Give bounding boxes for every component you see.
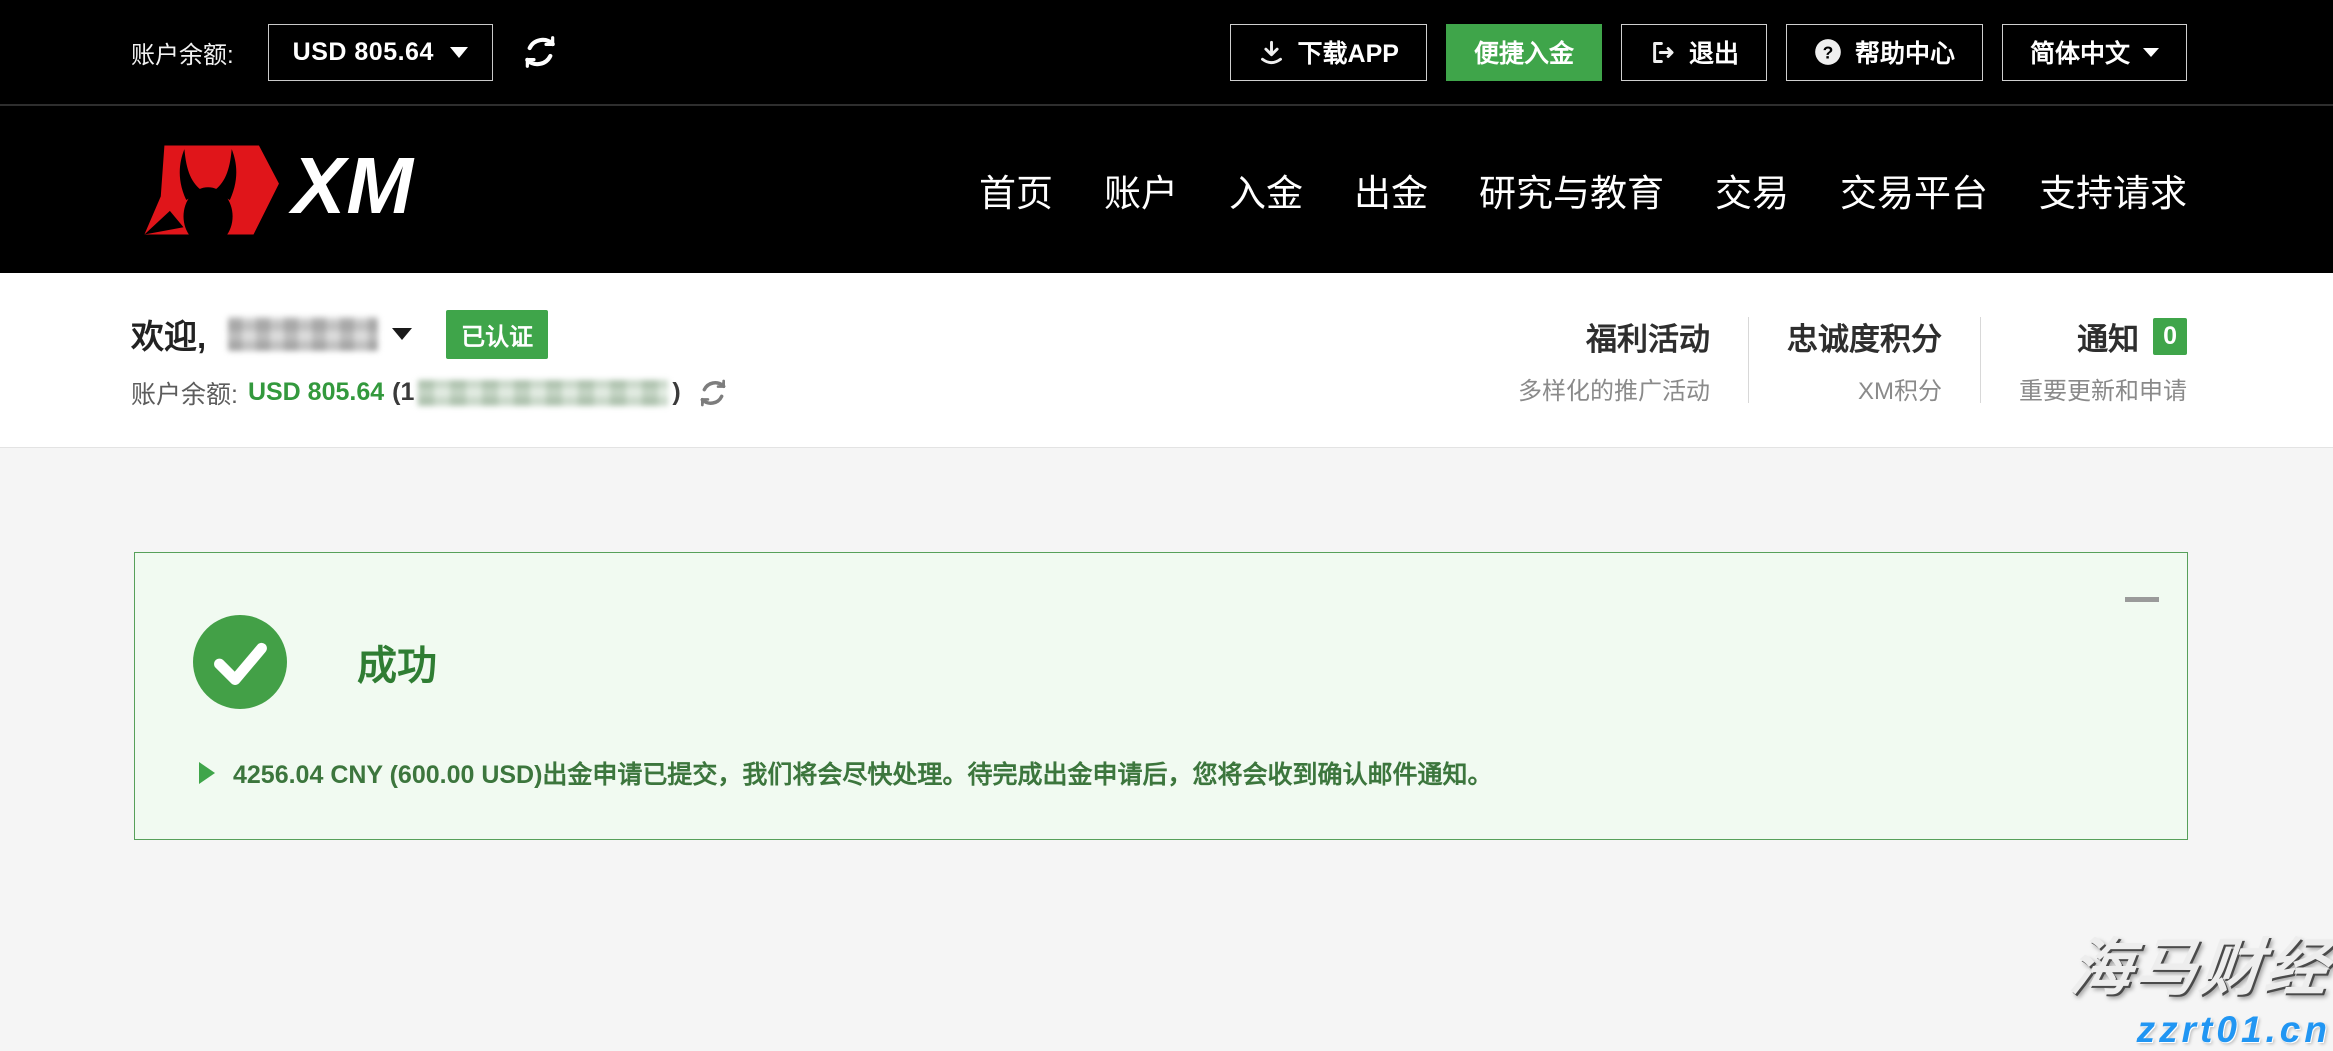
success-check-icon: [193, 615, 287, 709]
refresh-balance-button[interactable]: [521, 33, 559, 71]
loyalty-subtitle: XM积分: [1787, 371, 1942, 406]
language-label: 简体中文: [2030, 34, 2130, 70]
nav-item-support[interactable]: 支持请求: [2039, 163, 2187, 217]
top-bar: 账户余额: USD 805.64 下载APP 便捷入金: [0, 0, 2333, 104]
nav-item-trading[interactable]: 交易: [1715, 163, 1789, 217]
refresh-balance-button-2[interactable]: [697, 377, 729, 409]
welcome-info: 欢迎, 已认证 账户余额: USD 805.64 (1 ): [131, 310, 729, 411]
logout-button[interactable]: 退出: [1621, 24, 1767, 81]
balance-dropdown-value: USD 805.64: [293, 38, 434, 67]
help-center-button[interactable]: ? 帮助中心: [1786, 24, 1983, 81]
language-selector[interactable]: 简体中文: [2002, 24, 2187, 81]
refresh-icon: [697, 377, 729, 409]
xm-logo-text: XM: [292, 146, 414, 226]
balance-value: USD 805.64: [248, 378, 384, 407]
account-switch-caret-icon[interactable]: [392, 328, 412, 340]
svg-text:?: ?: [1823, 42, 1834, 62]
xm-logo[interactable]: XM: [131, 140, 414, 240]
notifications-title: 通知: [2077, 314, 2139, 359]
quick-deposit-label: 便捷入金: [1474, 34, 1574, 70]
download-app-label: 下载APP: [1298, 34, 1399, 70]
account-number-close: ): [672, 378, 680, 407]
list-marker-icon: [199, 762, 215, 784]
main-content: 成功 4256.04 CNY (600.00 USD)出金申请已提交，我们将会尽…: [0, 552, 2333, 1051]
chevron-down-icon: [450, 47, 468, 58]
promotions-subtitle: 多样化的推广活动: [1518, 371, 1710, 406]
quick-deposit-button[interactable]: 便捷入金: [1446, 24, 1602, 81]
xm-bull-icon: [131, 140, 286, 240]
success-title: 成功: [357, 633, 437, 691]
download-app-button[interactable]: 下载APP: [1230, 24, 1427, 81]
help-center-label: 帮助中心: [1855, 34, 1955, 70]
account-number-redacted: [418, 380, 668, 406]
withdrawal-success-message: 4256.04 CNY (600.00 USD)出金申请已提交，我们将会尽快处理…: [233, 755, 1492, 791]
username-redacted: [228, 317, 378, 351]
notifications-count-badge: 0: [2153, 318, 2187, 355]
nav-item-deposit[interactable]: 入金: [1229, 163, 1303, 217]
success-panel: 成功 4256.04 CNY (600.00 USD)出金申请已提交，我们将会尽…: [134, 552, 2188, 840]
refresh-icon: [521, 33, 559, 71]
chevron-down-icon: [2143, 48, 2159, 57]
notifications-subtitle: 重要更新和申请: [2019, 371, 2187, 406]
divider: [1980, 317, 1981, 403]
logout-icon: [1649, 39, 1676, 66]
verified-badge: 已认证: [446, 310, 548, 359]
loyalty-points-link[interactable]: 忠诚度积分 XM积分: [1787, 314, 1942, 406]
help-icon: ?: [1814, 38, 1842, 66]
collapse-panel-button[interactable]: [2125, 597, 2159, 602]
nav-item-home[interactable]: 首页: [979, 163, 1053, 217]
nav-item-account[interactable]: 账户: [1104, 163, 1178, 217]
download-icon: [1258, 39, 1285, 66]
logout-label: 退出: [1689, 34, 1739, 70]
balance-dropdown[interactable]: USD 805.64: [268, 24, 493, 81]
account-balance-label: 账户余额:: [131, 35, 234, 70]
topbar-actions: 下载APP 便捷入金 退出 ? 帮助中心 简体中文: [1211, 24, 2187, 81]
notifications-link[interactable]: 通知 0 重要更新和申请: [2019, 314, 2187, 406]
welcome-strip: 欢迎, 已认证 账户余额: USD 805.64 (1 ): [0, 273, 2333, 448]
nav-item-research[interactable]: 研究与教育: [1479, 163, 1664, 217]
promotions-link[interactable]: 福利活动 多样化的推广活动: [1518, 314, 1710, 406]
account-number-open: (1: [392, 378, 414, 407]
welcome-quick-links: 福利活动 多样化的推广活动 忠诚度积分 XM积分 通知 0 重要更新和申请: [1518, 314, 2187, 406]
nav-item-platforms[interactable]: 交易平台: [1840, 163, 1988, 217]
main-navigation: XM 首页 账户 入金 出金 研究与教育 交易 交易平台 支持请求: [0, 104, 2333, 273]
nav-item-withdraw[interactable]: 出金: [1354, 163, 1428, 217]
divider: [1748, 317, 1749, 403]
nav-menu: 首页 账户 入金 出金 研究与教育 交易 交易平台 支持请求: [979, 163, 2187, 217]
balance-label: 账户余额:: [131, 375, 238, 411]
loyalty-title: 忠诚度积分: [1787, 314, 1942, 359]
promotions-title: 福利活动: [1586, 314, 1710, 359]
welcome-greeting: 欢迎,: [131, 310, 206, 358]
